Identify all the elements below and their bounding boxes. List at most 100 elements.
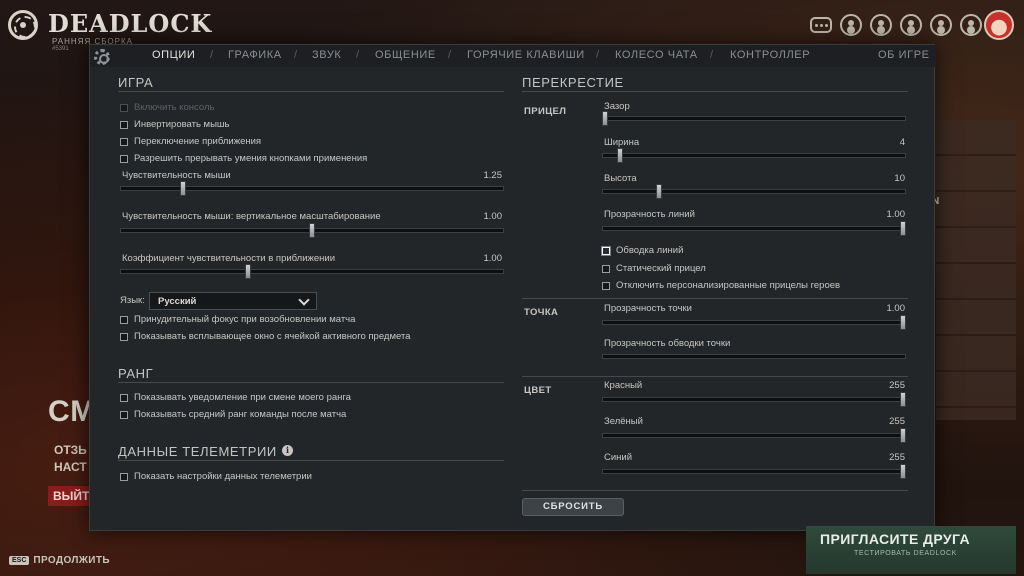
slider-label: Ширина bbox=[604, 137, 640, 148]
checkbox[interactable] bbox=[120, 120, 128, 129]
section-divider bbox=[118, 460, 504, 461]
build-number: #5391 bbox=[52, 46, 69, 52]
option-interrupt-abilities[interactable]: Разрешить прерывать умения кнопками прим… bbox=[120, 153, 367, 164]
option-static-crosshair[interactable]: Статический прицел bbox=[602, 263, 706, 274]
avatar[interactable] bbox=[984, 10, 1014, 40]
slider-label: Прозрачность обводки точки bbox=[604, 338, 731, 349]
checkbox[interactable] bbox=[602, 281, 610, 290]
slider-value: 1.25 bbox=[483, 170, 503, 181]
section-title-rank: РАНГ bbox=[118, 366, 154, 381]
tab-hotkeys[interactable]: ГОРЯЧИЕ КЛАВИШИ bbox=[467, 49, 585, 61]
checkbox[interactable] bbox=[120, 315, 128, 324]
slider-thumb[interactable] bbox=[900, 392, 906, 407]
logo-text: DEADLOCK bbox=[48, 9, 213, 38]
checkbox[interactable] bbox=[120, 410, 128, 419]
gap-slider[interactable] bbox=[602, 116, 906, 121]
slider-thumb[interactable] bbox=[244, 264, 251, 279]
slider-label: Высота bbox=[604, 173, 637, 184]
option-invert-mouse[interactable]: Инвертировать мышь bbox=[120, 119, 229, 130]
slider-value: 1.00 bbox=[483, 253, 503, 264]
slider-label: Чувствительность мыши bbox=[122, 170, 231, 181]
tab-about[interactable]: ОБ ИГРЕ bbox=[878, 49, 930, 61]
slider-label: Зазор bbox=[604, 101, 630, 112]
option-label: Обводка линий bbox=[616, 245, 684, 256]
tab-chat-wheel[interactable]: КОЛЕСО ЧАТА bbox=[615, 49, 698, 61]
slider-value: 4 bbox=[899, 137, 905, 148]
continue-hint[interactable]: ESC ПРОДОЛЖИТЬ bbox=[9, 555, 110, 566]
background-text-2: НАСТ bbox=[54, 460, 87, 474]
section-divider bbox=[522, 298, 908, 299]
line-opacity-slider[interactable] bbox=[602, 226, 906, 231]
background-text-1: ОТЗЬ bbox=[54, 443, 87, 457]
slider-thumb[interactable] bbox=[655, 184, 662, 199]
option-force-focus[interactable]: Принудительный фокус при возобновлении м… bbox=[120, 314, 355, 325]
tab-sound[interactable]: ЗВУК bbox=[312, 49, 341, 61]
slider-label: Красный bbox=[604, 380, 643, 391]
background-exit-button: ВЫЙТ bbox=[48, 486, 90, 506]
height-slider[interactable] bbox=[602, 189, 906, 194]
red-slider[interactable] bbox=[602, 397, 906, 402]
checkbox[interactable] bbox=[120, 393, 128, 402]
option-team-average-rank[interactable]: Показывать средний ранг команды после ма… bbox=[120, 409, 346, 420]
info-icon[interactable]: i bbox=[282, 445, 293, 456]
zoom-sensitivity-slider[interactable] bbox=[120, 269, 504, 274]
friend-slot-icon[interactable] bbox=[960, 14, 982, 36]
language-label: Язык: bbox=[120, 295, 145, 306]
friend-slot-icon[interactable] bbox=[900, 14, 922, 36]
checkbox bbox=[120, 103, 128, 112]
slider-thumb[interactable] bbox=[900, 464, 906, 479]
dot-outline-opacity-slider[interactable] bbox=[602, 354, 906, 359]
option-label: Разрешить прерывать умения кнопками прим… bbox=[134, 153, 368, 164]
option-zoom-toggle[interactable]: Переключение приближения bbox=[120, 136, 261, 147]
section-title-telemetry: ДАННЫЕ ТЕЛЕМЕТРИИ bbox=[118, 444, 277, 459]
chat-icon[interactable] bbox=[810, 17, 832, 33]
option-line-outline[interactable]: Обводка линий bbox=[602, 245, 683, 256]
slider-value: 1.00 bbox=[886, 303, 906, 314]
option-active-item-popup[interactable]: Показывать всплывающее окно с ячейкой ак… bbox=[120, 331, 410, 342]
settings-modal: ОПЦИИ / ГРАФИКА / ЗВУК / ОБЩЕНИЕ / ГОРЯЧ… bbox=[89, 44, 936, 531]
subsection-color: ЦВЕТ bbox=[524, 385, 552, 396]
option-label: Отключить персонализированные прицелы ге… bbox=[616, 280, 841, 291]
checkbox[interactable] bbox=[120, 154, 128, 163]
green-slider[interactable] bbox=[602, 433, 906, 438]
slider-thumb[interactable] bbox=[180, 181, 187, 196]
friend-slot-icon[interactable] bbox=[870, 14, 892, 36]
subsection-reticle: ПРИЦЕЛ bbox=[524, 106, 567, 117]
checkbox[interactable] bbox=[602, 264, 610, 273]
checkbox[interactable] bbox=[602, 246, 610, 255]
invite-friend-button[interactable]: ПРИГЛАСИТЕ ДРУГА ТЕСТИРОВАТЬ DEADLOCK bbox=[806, 526, 1016, 574]
option-label: Статический прицел bbox=[616, 263, 706, 274]
option-disable-hero-crosshairs[interactable]: Отключить персонализированные прицелы ге… bbox=[602, 280, 840, 291]
checkbox[interactable] bbox=[120, 332, 128, 341]
option-label: Инвертировать мышь bbox=[134, 119, 230, 130]
checkbox[interactable] bbox=[120, 472, 128, 481]
option-rank-change-notify[interactable]: Показывать уведомление при смене моего р… bbox=[120, 392, 351, 403]
checkbox[interactable] bbox=[120, 137, 128, 146]
chevron-down-icon bbox=[298, 294, 310, 306]
mouse-sensitivity-slider[interactable] bbox=[120, 186, 504, 191]
slider-thumb[interactable] bbox=[900, 221, 906, 236]
blue-slider[interactable] bbox=[602, 469, 906, 474]
slider-thumb[interactable] bbox=[900, 428, 906, 443]
tab-separator: / bbox=[210, 49, 214, 61]
reset-button[interactable]: СБРОСИТЬ bbox=[522, 498, 624, 516]
tab-communication[interactable]: ОБЩЕНИЕ bbox=[375, 49, 436, 61]
slider-thumb[interactable] bbox=[900, 315, 906, 330]
option-label: Переключение приближения bbox=[134, 136, 262, 147]
slider-thumb[interactable] bbox=[309, 223, 315, 238]
language-select[interactable]: Русский bbox=[149, 292, 317, 310]
slider-thumb[interactable] bbox=[616, 148, 623, 163]
friend-slot-icon[interactable] bbox=[930, 14, 952, 36]
slider-thumb[interactable] bbox=[602, 111, 608, 126]
dot-opacity-slider[interactable] bbox=[602, 320, 906, 325]
width-slider[interactable] bbox=[602, 153, 906, 158]
tab-options[interactable]: ОПЦИИ bbox=[152, 49, 195, 61]
top-bar: DEADLOCK РАННЯЯ СБОРКА #5391 bbox=[0, 0, 1024, 52]
tab-graphics[interactable]: ГРАФИКА bbox=[228, 49, 282, 61]
continue-label: ПРОДОЛЖИТЬ bbox=[33, 555, 110, 566]
option-telemetry-settings[interactable]: Показать настройки данных телеметрии bbox=[120, 471, 312, 482]
friend-slot-icon[interactable] bbox=[840, 14, 862, 36]
tab-controller[interactable]: КОНТРОЛЛЕР bbox=[730, 49, 810, 61]
language-value: Русский bbox=[158, 296, 197, 307]
slider-label: Коэффициент чувствительности в приближен… bbox=[122, 253, 336, 264]
